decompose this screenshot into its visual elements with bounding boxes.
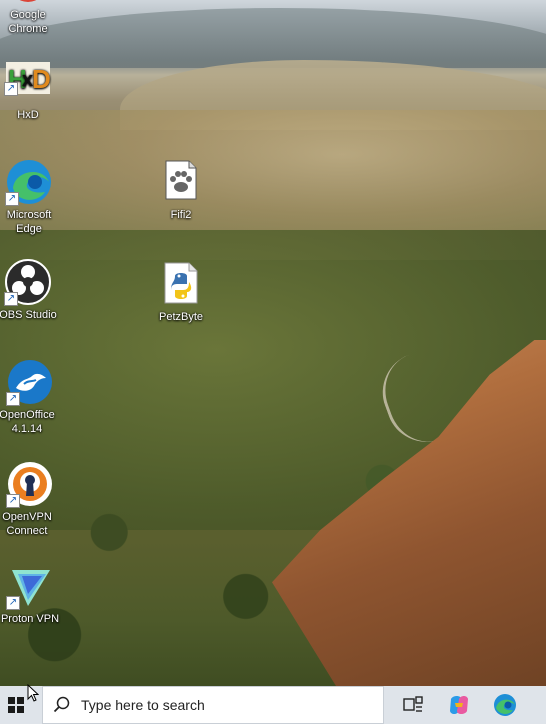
desktop-icon-openvpn-connect[interactable]: ↗ OpenVPN Connect xyxy=(0,460,64,538)
openoffice-icon: ↗ xyxy=(6,358,54,406)
windows-logo-icon xyxy=(8,697,24,713)
edge-icon xyxy=(494,694,516,716)
mouse-cursor-icon xyxy=(27,684,39,702)
desktop-icon-google-chrome[interactable]: Google Chrome xyxy=(0,0,62,36)
taskbar: Type here to search xyxy=(0,686,546,724)
taskbar-search-box[interactable]: Type here to search xyxy=(42,686,384,724)
hxd-icon: H x D ↗ xyxy=(4,60,52,96)
desktop-icon-microsoft-edge[interactable]: ↗ Microsoft Edge xyxy=(0,158,63,236)
shortcut-arrow-icon: ↗ xyxy=(5,192,19,206)
desktop-icon-hxd[interactable]: H x D ↗ HxD xyxy=(0,60,62,122)
desktop-icon-obs-studio[interactable]: ↗ OBS Studio xyxy=(0,258,62,322)
desktop-icon-label: Google Chrome xyxy=(8,9,48,35)
copilot-button[interactable] xyxy=(436,686,482,724)
paw-file-icon xyxy=(163,160,199,200)
desktop-icon-label: OBS Studio xyxy=(0,309,57,321)
shortcut-arrow-icon: ↗ xyxy=(4,82,18,96)
edge-taskbar-button[interactable] xyxy=(482,686,528,724)
search-icon xyxy=(53,696,70,713)
python-file-icon xyxy=(161,262,201,304)
shortcut-arrow-icon: ↗ xyxy=(4,292,18,306)
svg-text:D: D xyxy=(32,64,51,94)
chrome-icon xyxy=(4,0,52,6)
protonvpn-icon: ↗ xyxy=(6,562,54,610)
task-view-icon xyxy=(403,696,423,712)
shortcut-arrow-icon: ↗ xyxy=(6,392,20,406)
wallpaper-mountain-ridge xyxy=(0,8,546,68)
task-view-button[interactable] xyxy=(390,686,436,724)
desktop-icon-label: OpenVPN Connect xyxy=(2,511,52,537)
desktop-icon-fifi2[interactable]: Fifi2 xyxy=(147,160,215,222)
desktop-icon-label: HxD xyxy=(17,109,39,121)
shortcut-arrow-icon: ↗ xyxy=(6,596,20,610)
desktop-icon-label: Microsoft Edge xyxy=(6,209,52,235)
desktop-wallpaper xyxy=(0,0,546,686)
desktop-icon-label: OpenOffice 4.1.14 xyxy=(0,409,55,435)
desktop-icon-label: PetzByte xyxy=(158,311,204,323)
copilot-icon xyxy=(450,696,468,714)
obs-icon: ↗ xyxy=(4,258,52,306)
desktop-icon-openoffice[interactable]: ↗ OpenOffice 4.1.14 xyxy=(0,358,64,436)
desktop-icon-label: Proton VPN xyxy=(0,613,60,625)
edge-icon: ↗ xyxy=(5,158,53,206)
shortcut-arrow-icon: ↗ xyxy=(6,494,20,508)
desktop-icon-petzbyte[interactable]: PetzByte xyxy=(147,262,215,324)
desktop-icon-proton-vpn[interactable]: ↗ Proton VPN xyxy=(0,562,64,626)
search-placeholder: Type here to search xyxy=(81,697,205,713)
openvpn-icon: ↗ xyxy=(6,460,54,508)
desktop-icon-label: Fifi2 xyxy=(170,209,192,221)
